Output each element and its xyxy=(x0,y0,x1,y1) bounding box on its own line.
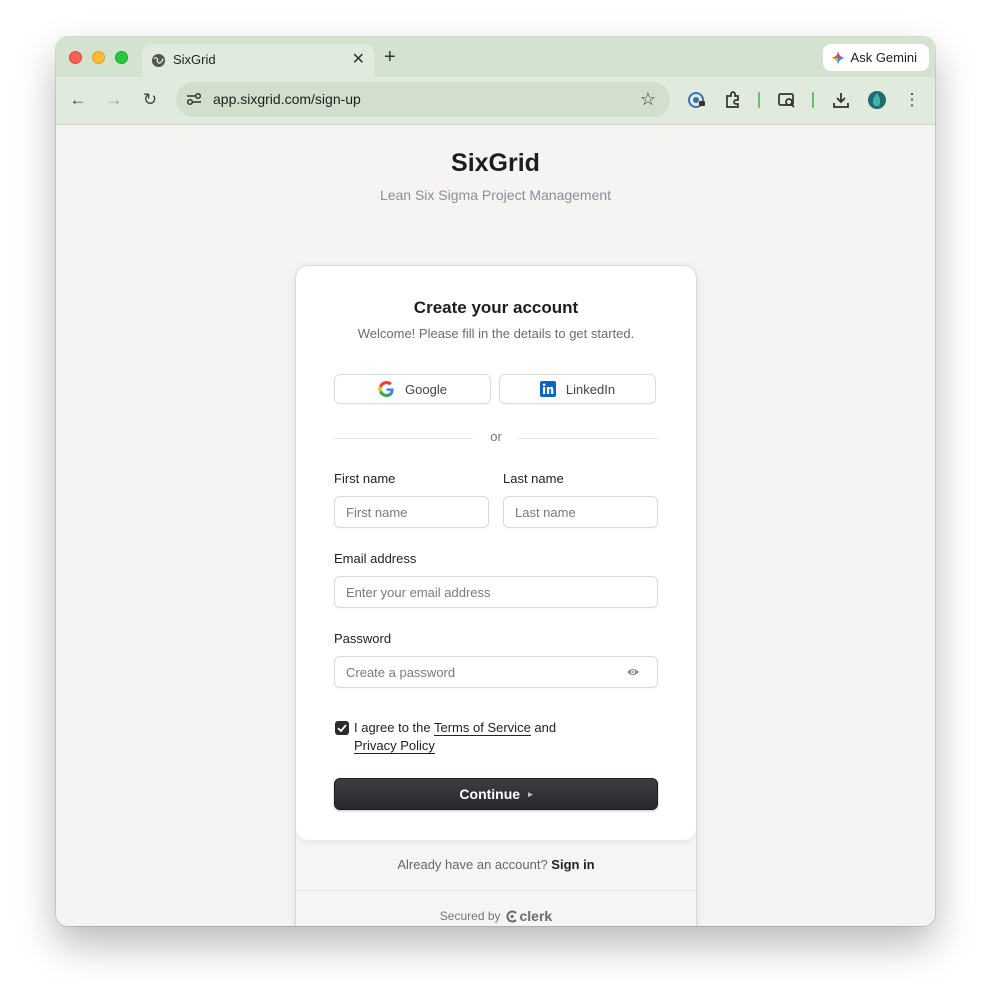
linkedin-label: LinkedIn xyxy=(565,381,616,397)
password-input[interactable] xyxy=(334,656,658,688)
ask-gemini-label: Ask Gemini xyxy=(850,50,917,65)
agree-terms-text: I agree to the Terms of Service and Priva… xyxy=(354,719,614,755)
ask-gemini-button[interactable]: Ask Gemini xyxy=(822,44,929,71)
maximize-window-button[interactable] xyxy=(115,51,128,64)
email-label: Email address xyxy=(334,551,417,566)
checkmark-icon xyxy=(337,724,347,733)
minimize-window-button[interactable] xyxy=(92,51,105,64)
bookmark-star-icon[interactable]: ☆ xyxy=(640,89,656,110)
address-bar[interactable]: app.sixgrid.com/sign-up ☆ xyxy=(176,82,670,117)
divider-or: or xyxy=(490,429,502,444)
toolbar-separator xyxy=(758,92,760,108)
google-icon xyxy=(378,380,394,397)
browser-window: SixGrid ✕ + Ask Gemini ← → ↻ app.sixgrid… xyxy=(56,37,935,926)
divider-line-right xyxy=(518,438,658,439)
card-subtitle: Welcome! Please fill in the details to g… xyxy=(357,326,635,341)
privacy-policy-link[interactable]: Privacy Policy xyxy=(354,738,435,754)
google-label: Google xyxy=(405,381,447,397)
brand-title: SixGrid xyxy=(451,149,540,177)
forward-button[interactable]: → xyxy=(104,90,124,110)
sign-in-footer: Already have an account? Sign in xyxy=(296,841,696,891)
password-manager-icon[interactable] xyxy=(687,90,707,110)
sign-in-link[interactable]: Sign in xyxy=(551,857,594,872)
brand-tagline: Lean Six Sigma Project Management xyxy=(379,187,612,203)
tab-close-icon[interactable]: ✕ xyxy=(352,50,365,70)
terms-of-service-link[interactable]: Terms of Service xyxy=(434,720,531,736)
google-sign-in-button[interactable]: Google xyxy=(334,374,491,404)
clerk-logo-icon xyxy=(506,910,517,922)
url-text: app.sixgrid.com/sign-up xyxy=(213,91,361,107)
last-name-input[interactable] xyxy=(503,496,658,528)
tab-title: SixGrid xyxy=(173,52,216,67)
agree-mid: and xyxy=(530,720,557,735)
clerk-wordmark: clerk xyxy=(519,908,553,924)
back-button[interactable]: ← xyxy=(68,90,88,110)
continue-arrow-icon: ▸ xyxy=(528,788,533,799)
first-name-input[interactable] xyxy=(334,496,489,528)
site-settings-icon[interactable] xyxy=(186,91,202,107)
browser-menu-icon[interactable]: ⋮ xyxy=(902,90,922,110)
have-account-text: Already have an account? xyxy=(397,857,548,872)
sign-up-card: Create your account Welcome! Please fill… xyxy=(296,266,696,926)
extensions-puzzle-icon[interactable] xyxy=(723,90,743,110)
card-title: Create your account xyxy=(413,298,579,317)
show-password-eye-icon[interactable] xyxy=(626,665,640,679)
tab-sixgrid[interactable]: SixGrid ✕ xyxy=(142,44,374,77)
continue-button[interactable]: Continue ▸ xyxy=(334,778,658,810)
agree-terms-checkbox[interactable] xyxy=(335,721,349,735)
linkedin-icon xyxy=(539,381,556,397)
reload-button[interactable]: ↻ xyxy=(140,90,160,110)
email-input[interactable] xyxy=(334,576,658,608)
close-window-button[interactable] xyxy=(69,51,82,64)
agree-prefix: I agree to the xyxy=(354,720,434,735)
page-content: SixGrid Lean Six Sigma Project Managemen… xyxy=(56,125,935,926)
secured-by-footer: Secured by clerk xyxy=(296,892,696,926)
tab-bar: SixGrid ✕ + Ask Gemini xyxy=(56,37,935,77)
linkedin-sign-in-button[interactable]: LinkedIn xyxy=(499,374,656,404)
first-name-label: First name xyxy=(334,471,396,486)
continue-label: Continue xyxy=(459,786,521,802)
globe-icon xyxy=(151,53,166,68)
clerk-logo[interactable]: clerk xyxy=(506,908,553,924)
browser-toolbar: ← → ↻ app.sixgrid.com/sign-up ☆ ⋮ xyxy=(56,77,935,125)
tab-search-icon[interactable] xyxy=(777,90,797,110)
new-tab-button[interactable]: + xyxy=(384,45,396,69)
gemini-sparkle-icon xyxy=(830,50,845,65)
profile-avatar-icon[interactable] xyxy=(867,90,887,110)
sign-up-form: Create your account Welcome! Please fill… xyxy=(296,266,696,841)
last-name-label: Last name xyxy=(503,471,564,486)
password-label: Password xyxy=(334,631,392,646)
secured-by-text: Secured by xyxy=(439,909,501,923)
toolbar-separator xyxy=(812,92,814,108)
download-icon[interactable] xyxy=(831,90,851,110)
